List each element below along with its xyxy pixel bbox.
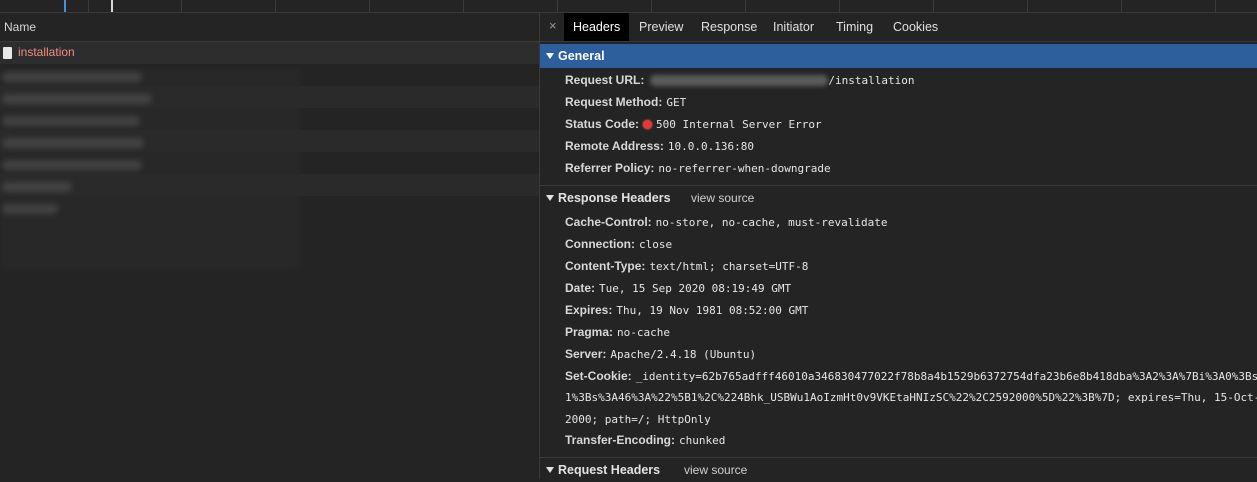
header-key: Pragma: — [565, 325, 614, 339]
status-code-row: Status Code: 500 Internal Server Error — [565, 117, 822, 131]
header-key: Date: — [565, 281, 596, 295]
timeline-gridline — [651, 0, 652, 12]
response-header-row: Content-Type: text/html; charset=UTF-8 — [565, 259, 808, 273]
view-source-link[interactable]: view source — [691, 186, 754, 210]
header-key: Status Code: — [565, 117, 640, 131]
header-key: Set-Cookie: — [565, 369, 632, 383]
header-key: Expires: — [565, 303, 613, 317]
response-header-row: Cache-Control: no-store, no-cache, must-r… — [565, 215, 887, 229]
timeline-gridline — [275, 0, 276, 12]
header-value: Tue, 15 Sep 2020 08:19:49 GMT — [599, 282, 792, 295]
tab-cookies[interactable]: Cookies — [884, 13, 947, 41]
redacted-row[interactable] — [2, 204, 58, 214]
tab-preview[interactable]: Preview — [630, 13, 692, 41]
header-value: close — [639, 238, 673, 251]
request-row-installation[interactable]: installation — [0, 42, 539, 64]
tab-headers[interactable]: Headers — [564, 13, 630, 41]
header-key: Request Method: — [565, 95, 663, 109]
redacted-row[interactable] — [2, 116, 140, 126]
request-headers-section-header[interactable]: Request Headers view source — [540, 458, 1257, 482]
dom-content-loaded-marker — [64, 0, 66, 12]
section-title: Response Headers — [558, 191, 671, 205]
set-cookie-row: Set-Cookie: _identity=62b765adfff46010a34… — [565, 369, 1257, 383]
general-section-header[interactable]: General — [540, 44, 1257, 68]
timeline-gridline — [463, 0, 464, 12]
tab-initiator[interactable]: Initiator — [764, 13, 823, 41]
timeline-gridline — [369, 0, 370, 12]
response-header-row: Connection: close — [565, 237, 672, 251]
request-details-panel: × Headers Preview Response Initiator Tim… — [540, 13, 1257, 479]
header-value: 500 Internal Server Error — [656, 118, 822, 131]
timeline-gridline — [88, 0, 89, 12]
network-timeline[interactable] — [0, 0, 1257, 13]
details-tabbar: × Headers Preview Response Initiator Tim… — [540, 13, 1257, 42]
header-value: no-store, no-cache, must-revalidate — [655, 216, 888, 229]
view-source-link[interactable]: view source — [684, 458, 747, 482]
timeline-gridline — [839, 0, 840, 12]
response-header-row: Date: Tue, 15 Sep 2020 08:19:49 GMT — [565, 281, 791, 295]
expand-triangle-icon — [546, 195, 554, 201]
set-cookie-continuation: 2000; path=/; HttpOnly — [565, 413, 711, 426]
tab-response[interactable]: Response — [692, 13, 766, 41]
timeline-gridline — [933, 0, 934, 12]
header-key: Connection: — [565, 237, 635, 251]
redacted-row[interactable] — [2, 138, 144, 148]
header-value: 10.0.0.136:80 — [667, 140, 755, 153]
header-value: Apache/2.4.18 (Ubuntu) — [610, 348, 757, 361]
tab-timing[interactable]: Timing — [827, 13, 882, 41]
redacted-row[interactable] — [2, 94, 152, 104]
header-value: chunked — [679, 434, 726, 447]
header-value: text/html; charset=UTF-8 — [649, 260, 809, 273]
header-key: Referrer Policy: — [565, 161, 655, 175]
close-icon[interactable]: × — [549, 18, 557, 33]
load-marker — [111, 0, 113, 12]
set-cookie-continuation: 1%3Bs%3A46%3A%22%5B1%2C%224Bhk_USBWu1AoI… — [565, 391, 1257, 404]
remote-address-row: Remote Address: 10.0.0.136:80 — [565, 139, 754, 153]
section-title: Request Headers — [558, 463, 661, 477]
section-title: General — [558, 49, 605, 63]
request-list: Name installation — [0, 13, 539, 479]
document-icon — [3, 47, 12, 59]
request-method-row: Request Method: GET — [565, 95, 686, 109]
timeline-gridline — [1121, 0, 1122, 12]
header-key: Content-Type: — [565, 259, 646, 273]
response-headers-section-header[interactable]: Response Headers view source — [540, 186, 1257, 210]
redacted-row[interactable] — [2, 72, 142, 82]
header-value: Thu, 19 Nov 1981 08:52:00 GMT — [616, 304, 809, 317]
response-header-row: Expires: Thu, 19 Nov 1981 08:52:00 GMT — [565, 303, 808, 317]
transfer-encoding-row: Transfer-Encoding: chunked — [565, 433, 725, 447]
error-status-icon — [643, 120, 653, 130]
referrer-policy-row: Referrer Policy: no-referrer-when-downgra… — [565, 161, 831, 175]
timeline-gridline — [557, 0, 558, 12]
redacted-host — [650, 75, 829, 87]
header-value: _identity=62b765adfff46010a346830477022f… — [635, 370, 1257, 383]
request-name: installation — [18, 45, 75, 59]
request-url-row: Request URL: /installation — [565, 73, 914, 87]
response-header-row: Server: Apache/2.4.18 (Ubuntu) — [565, 347, 756, 361]
header-key: Transfer-Encoding: — [565, 433, 676, 447]
expand-triangle-icon — [546, 53, 554, 59]
header-key: Server: — [565, 347, 607, 361]
expand-triangle-icon — [546, 467, 554, 473]
header-value: no-referrer-when-downgrade — [658, 162, 831, 175]
timeline-gridline — [1027, 0, 1028, 12]
header-value: GET — [666, 96, 687, 109]
header-value: no-cache — [617, 326, 671, 339]
header-key: Request URL: — [565, 73, 645, 87]
timeline-gridline — [745, 0, 746, 12]
header-value: /installation — [828, 74, 915, 87]
timeline-gridline — [181, 0, 182, 12]
name-column-header[interactable]: Name — [0, 13, 539, 42]
response-header-row: Pragma: no-cache — [565, 325, 670, 339]
timeline-gridline — [1215, 0, 1216, 12]
header-key: Cache-Control: — [565, 215, 652, 229]
redacted-row[interactable] — [2, 182, 72, 192]
header-key: Remote Address: — [565, 139, 664, 153]
redacted-row[interactable] — [2, 160, 142, 170]
